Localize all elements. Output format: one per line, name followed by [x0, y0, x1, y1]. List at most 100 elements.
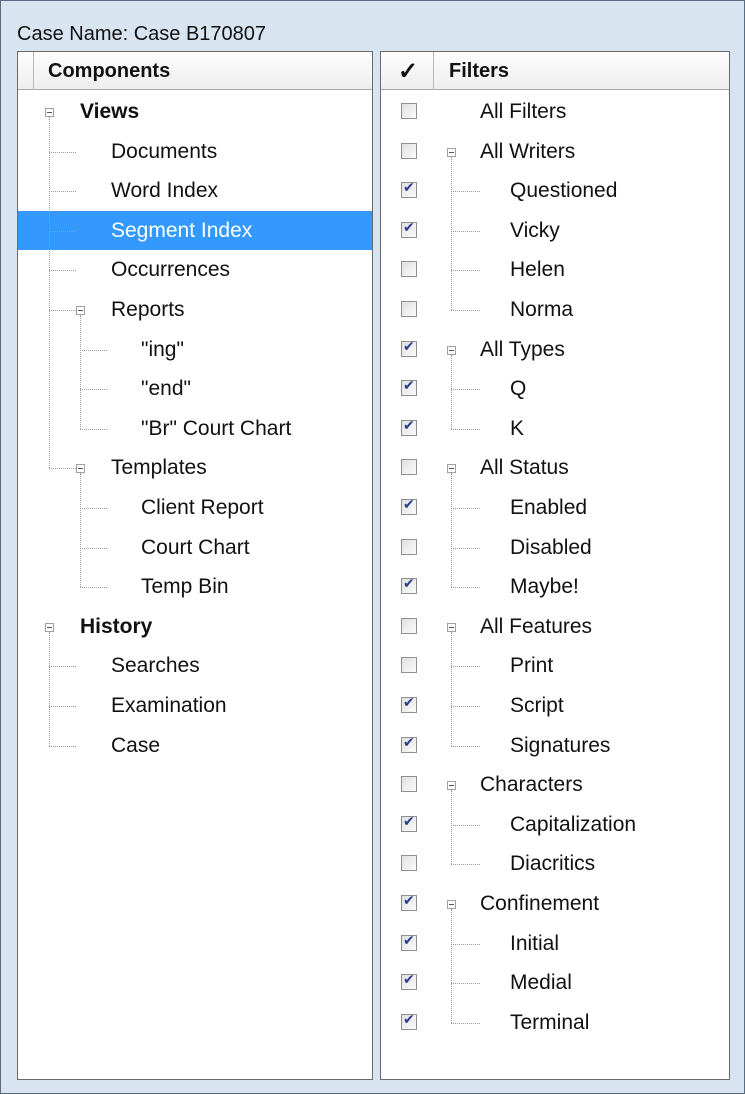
filter-item-terminal[interactable]: Terminal	[381, 1003, 729, 1042]
component-item-court-chart[interactable]: Court Chart	[18, 528, 372, 567]
filter-checkbox[interactable]	[401, 142, 417, 159]
component-label: Documents	[111, 139, 218, 163]
tree-connector	[49, 270, 76, 272]
filter-item-enabled[interactable]: Enabled	[381, 488, 729, 527]
collapse-icon[interactable]	[45, 622, 54, 632]
filter-checkbox[interactable]	[401, 261, 417, 278]
tree-connector	[80, 428, 107, 430]
component-label: Reports	[111, 298, 185, 321]
filter-checkbox[interactable]	[401, 695, 417, 713]
tree-connector	[451, 547, 480, 549]
filter-item-diacritics[interactable]: Diacritics	[381, 844, 729, 883]
collapse-icon[interactable]	[45, 108, 54, 117]
filter-item-maybe[interactable]: Maybe!	[381, 567, 729, 606]
tree-connector	[451, 428, 480, 430]
collapse-icon[interactable]	[447, 900, 456, 909]
filter-item-confinement[interactable]: Confinement	[381, 884, 729, 923]
filter-label: Maybe!	[510, 575, 579, 599]
collapse-icon[interactable]	[447, 147, 456, 157]
tree-connector	[49, 310, 76, 311]
filter-item-norma[interactable]: Norma	[381, 290, 729, 329]
component-item-end[interactable]: "end"	[18, 369, 372, 408]
components-header[interactable]: Components	[18, 52, 372, 90]
filter-item-capitalization[interactable]: Capitalization	[381, 805, 729, 844]
filter-label: Script	[510, 694, 564, 717]
filter-label: All Features	[480, 614, 593, 638]
component-label: Examination	[111, 694, 227, 717]
component-item-ing[interactable]: "ing"	[18, 330, 372, 369]
filter-item-signatures[interactable]: Signatures	[381, 726, 729, 765]
collapse-icon[interactable]	[447, 622, 456, 632]
component-label: Court Chart	[141, 535, 250, 559]
filter-checkbox[interactable]	[401, 776, 417, 793]
component-item-temp-bin[interactable]: Temp Bin	[18, 567, 372, 606]
tree-connector	[451, 666, 480, 668]
filter-checkbox[interactable]	[401, 735, 417, 753]
tree-connector	[49, 151, 76, 153]
filter-label: Enabled	[510, 496, 588, 519]
component-item-client-report[interactable]: Client Report	[18, 488, 372, 527]
header-check-icon[interactable]: ✓	[398, 57, 418, 86]
component-label: "ing"	[141, 337, 184, 361]
collapse-icon[interactable]	[447, 464, 456, 474]
tree-connector	[451, 790, 452, 865]
filter-item-disabled[interactable]: Disabled	[381, 528, 729, 567]
collapse-icon[interactable]	[76, 464, 85, 474]
filter-checkbox[interactable]	[401, 418, 417, 436]
filter-item-characters[interactable]: Characters	[381, 765, 729, 804]
filter-item-questioned[interactable]: Questioned	[381, 171, 729, 210]
tree-connector	[49, 468, 76, 470]
filter-label: Capitalization	[510, 812, 637, 836]
filters-header[interactable]: ✓ Filters	[381, 52, 729, 90]
component-item-views[interactable]: Views	[18, 92, 372, 131]
filter-item-all-filters[interactable]: All Filters	[381, 92, 729, 131]
filter-label: Characters	[480, 773, 583, 797]
filter-checkbox[interactable]	[401, 657, 417, 674]
filter-checkbox[interactable]	[401, 497, 417, 515]
tree-connector	[80, 547, 107, 549]
filter-checkbox[interactable]	[401, 180, 417, 199]
filter-label: Questioned	[510, 179, 618, 203]
filter-item-all-features[interactable]: All Features	[381, 607, 729, 646]
filter-checkbox[interactable]	[401, 576, 417, 595]
collapse-icon[interactable]	[447, 781, 456, 791]
filters-panel: ✓ Filters All Filters All Writers Question…	[380, 51, 730, 1080]
filter-item-vicky[interactable]: Vicky	[381, 211, 729, 250]
filter-checkbox[interactable]	[401, 814, 417, 832]
filter-checkbox[interactable]	[401, 1012, 417, 1030]
component-item-br-court-chart[interactable]: "Br" Court Chart	[18, 409, 372, 448]
filter-checkbox[interactable]	[401, 538, 417, 555]
collapse-icon[interactable]	[447, 345, 456, 355]
filter-checkbox[interactable]	[401, 459, 417, 476]
filter-item-all-writers[interactable]: All Writers	[381, 132, 729, 171]
component-item-history[interactable]: History	[18, 607, 372, 646]
filter-checkbox[interactable]	[401, 893, 417, 911]
filter-item-initial[interactable]: Initial	[381, 924, 729, 963]
filter-checkbox[interactable]	[401, 220, 417, 238]
filter-checkbox[interactable]	[401, 301, 417, 317]
filter-item-helen[interactable]: Helen	[381, 250, 729, 289]
filter-checkbox[interactable]	[401, 103, 417, 119]
filter-checkbox[interactable]	[401, 378, 417, 397]
components-header-label: Components	[48, 60, 171, 82]
filter-checkbox[interactable]	[401, 339, 417, 357]
filter-item-print[interactable]: Print	[381, 646, 729, 685]
filter-item-q[interactable]: Q	[381, 369, 729, 408]
collapse-icon[interactable]	[76, 306, 85, 315]
filter-item-medial[interactable]: Medial	[381, 963, 729, 1002]
tree-connector	[49, 706, 76, 707]
case-window: Case Name: Case B170807 Components Views…	[0, 0, 745, 1094]
filter-checkbox[interactable]	[401, 972, 417, 991]
component-label: Segment Index	[111, 218, 253, 242]
filter-item-all-status[interactable]: All Status	[381, 448, 729, 487]
filter-label: Initial	[510, 931, 560, 955]
filter-item-k[interactable]: K	[381, 409, 729, 448]
filter-checkbox[interactable]	[401, 855, 417, 872]
filter-checkbox[interactable]	[401, 933, 417, 951]
filter-item-all-types[interactable]: All Types	[381, 330, 729, 369]
tree-connector	[80, 508, 107, 509]
filter-checkbox[interactable]	[401, 617, 417, 634]
component-label: "Br" Court Chart	[141, 416, 292, 440]
component-label: Case	[111, 733, 161, 757]
filter-item-script[interactable]: Script	[381, 686, 729, 725]
